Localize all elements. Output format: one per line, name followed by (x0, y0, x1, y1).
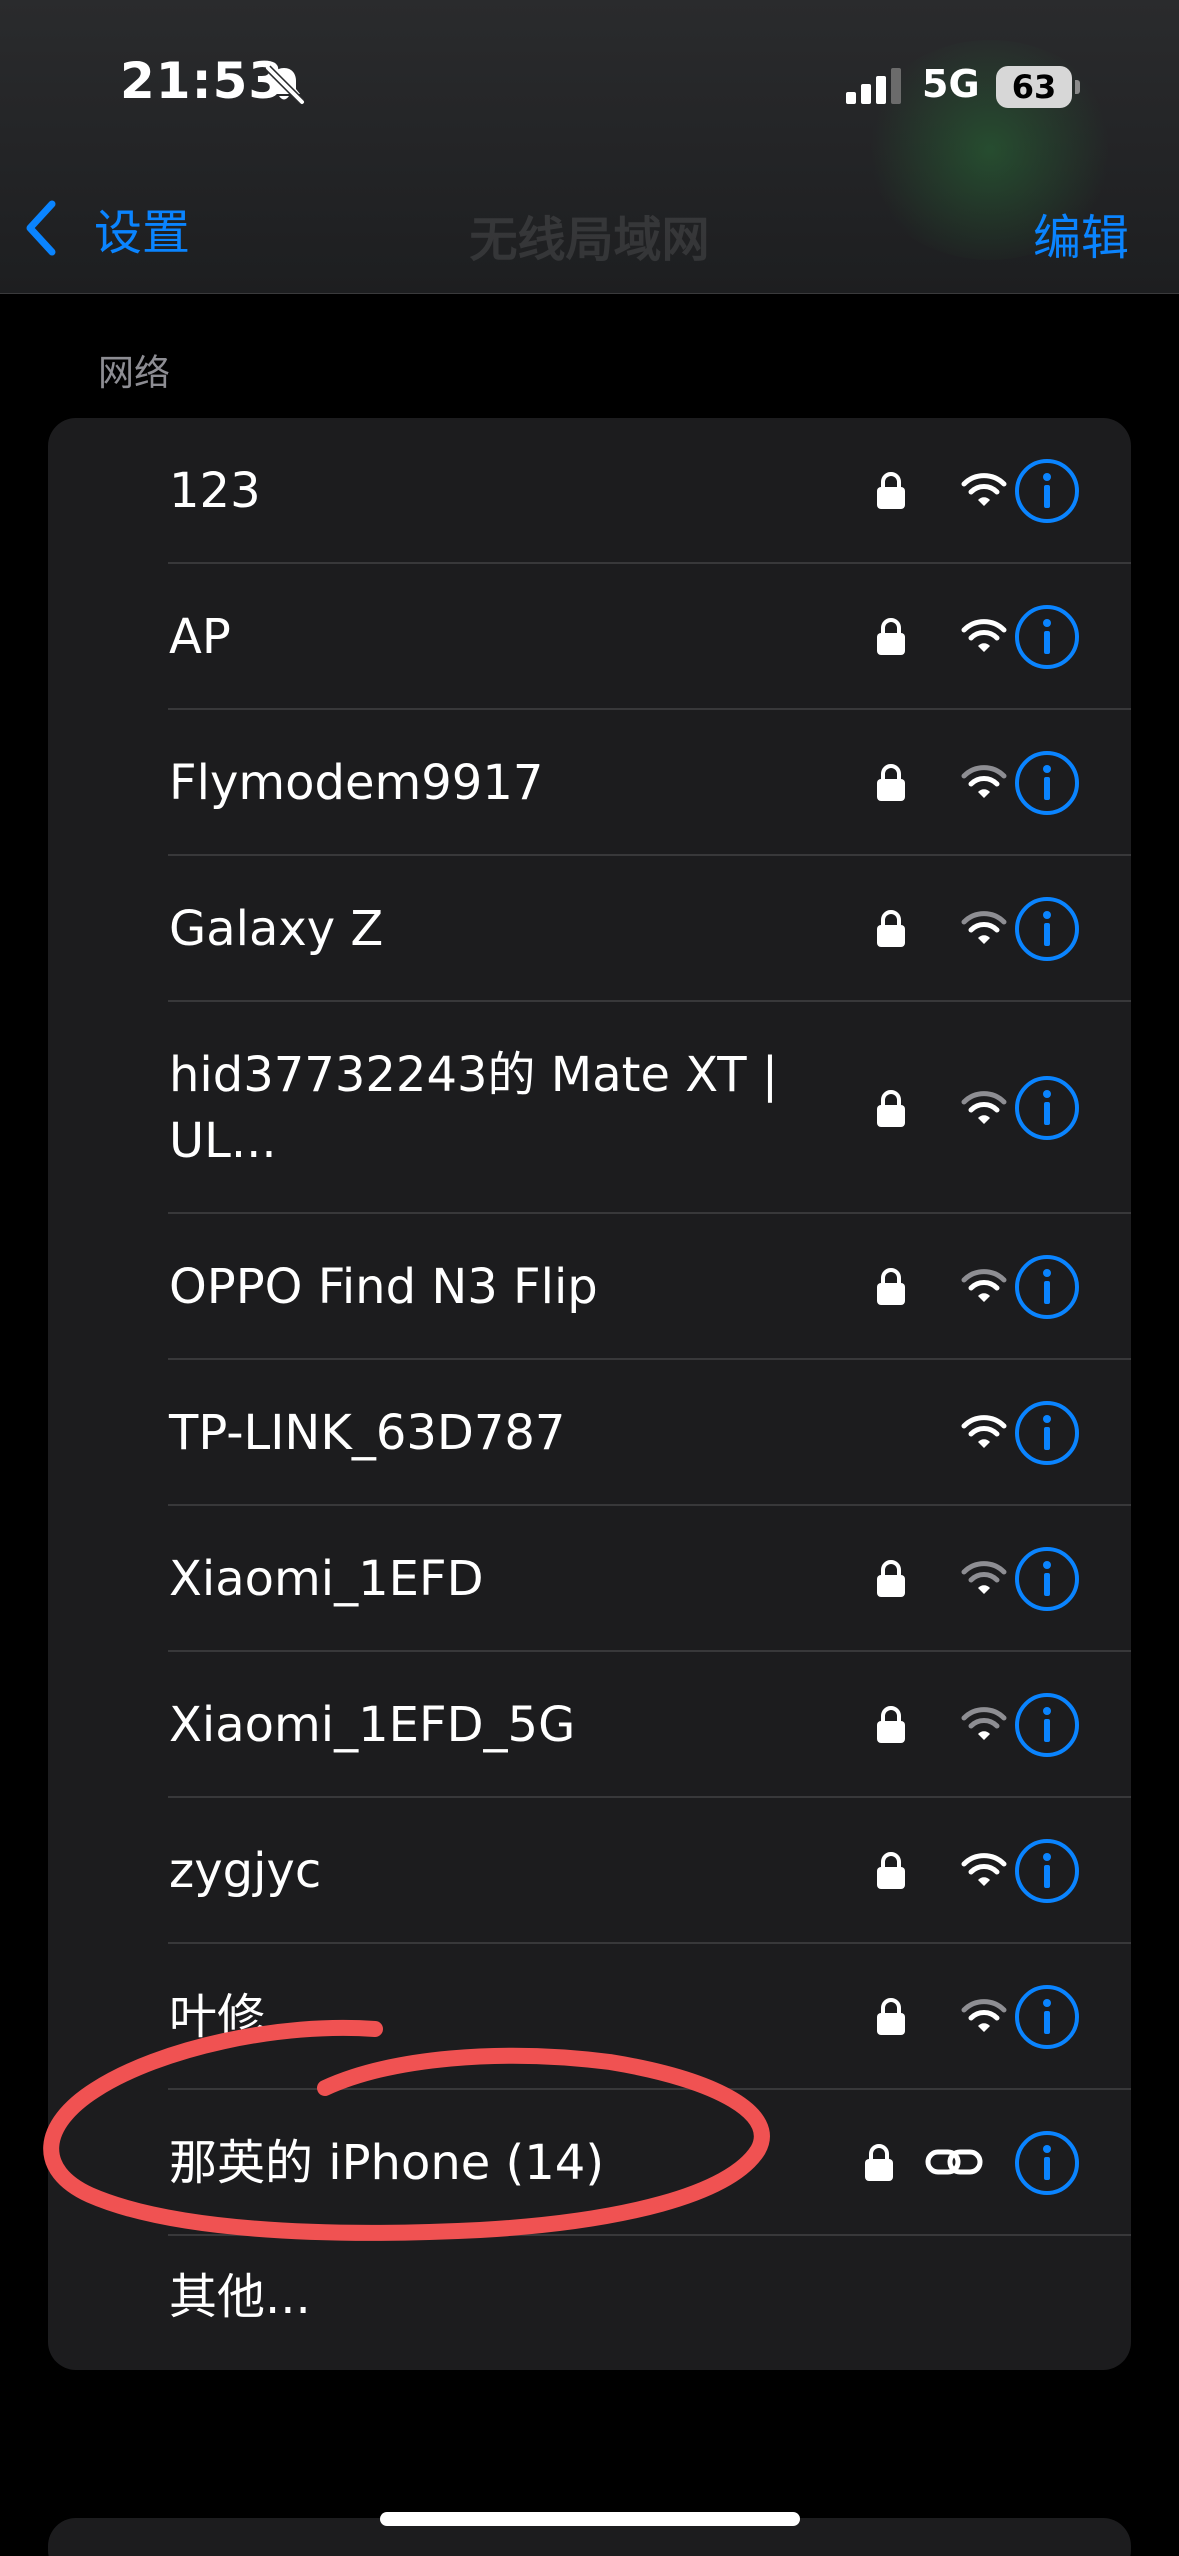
lock-icon (877, 618, 905, 655)
info-icon[interactable] (1014, 1984, 1080, 2050)
wifi-icon (961, 1269, 1007, 1302)
network-row[interactable]: 那英的 iPhone (14) (48, 2090, 1131, 2236)
wifi-icon (961, 619, 1007, 652)
network-name: TP-LINK_63D787 (169, 1405, 566, 1461)
network-row[interactable]: zygjyc (48, 1798, 1131, 1944)
info-icon[interactable] (1014, 2130, 1080, 2196)
lock-icon (877, 1852, 905, 1889)
network-list: 123 AP Flymodem9917 Galaxy Z hid37732243… (48, 418, 1131, 2370)
network-type-label: 5G (922, 62, 980, 106)
network-name: Galaxy Z (169, 901, 384, 957)
lock-icon (877, 1268, 905, 1305)
battery-cap (1075, 80, 1080, 94)
network-name: 那英的 iPhone (14) (169, 2135, 605, 2191)
network-row[interactable]: Xiaomi_1EFD (48, 1506, 1131, 1652)
cellular-signal-icon (846, 68, 901, 104)
info-icon[interactable] (1014, 1075, 1080, 1141)
info-icon[interactable] (1014, 1400, 1080, 1466)
lock-icon (877, 1706, 905, 1743)
info-icon[interactable] (1014, 750, 1080, 816)
network-row[interactable]: TP-LINK_63D787 (48, 1360, 1131, 1506)
other-network-label: 其他... (169, 2269, 311, 2325)
network-row[interactable]: Flymodem9917 (48, 710, 1131, 856)
network-row[interactable]: Galaxy Z (48, 856, 1131, 1002)
battery-level: 63 (1011, 68, 1057, 106)
status-time: 21:53 (120, 52, 285, 110)
network-name: zygjyc (169, 1843, 322, 1899)
network-row[interactable]: AP (48, 564, 1131, 710)
network-name: hid37732243的 Mate XT | UL... (169, 1042, 829, 1174)
info-icon[interactable] (1014, 604, 1080, 670)
network-name: Flymodem9917 (169, 755, 544, 811)
wifi-icon (961, 1561, 1007, 1594)
wifi-icon (961, 1091, 1007, 1124)
lock-icon (865, 2144, 893, 2181)
wifi-icon (961, 1707, 1007, 1740)
network-name: OPPO Find N3 Flip (169, 1259, 598, 1315)
network-name: AP (169, 609, 231, 665)
wifi-icon (961, 1999, 1007, 2032)
edit-button[interactable]: 编辑 (1033, 198, 1129, 268)
info-icon[interactable] (1014, 1838, 1080, 1904)
wifi-icon (961, 765, 1007, 798)
section-header-networks: 网络 (98, 353, 171, 394)
wifi-icon (961, 473, 1007, 506)
lock-icon (877, 1090, 905, 1127)
network-name: Xiaomi_1EFD_5G (169, 1697, 576, 1753)
network-row[interactable]: Xiaomi_1EFD_5G (48, 1652, 1131, 1798)
network-name: 叶修 (169, 1989, 266, 2045)
info-icon[interactable] (1014, 1254, 1080, 1320)
page-title: 无线局域网 (469, 212, 710, 268)
lock-icon (877, 910, 905, 947)
network-row[interactable]: 123 (48, 418, 1131, 564)
network-name: Xiaomi_1EFD (169, 1551, 484, 1607)
info-icon[interactable] (1014, 1692, 1080, 1758)
network-name-line-2: UL... (169, 1113, 277, 1169)
info-icon[interactable] (1014, 458, 1080, 524)
wifi-icon (961, 1415, 1007, 1448)
home-indicator[interactable] (380, 2512, 800, 2526)
network-row[interactable]: 叶修 (48, 1944, 1131, 2090)
lock-icon (877, 1998, 905, 2035)
other-network-row[interactable]: 其他... (48, 2236, 1131, 2370)
wifi-icon (961, 911, 1007, 944)
network-name-line-1: hid37732243的 Mate XT | (169, 1047, 779, 1103)
network-name: 123 (169, 463, 261, 519)
lock-icon (877, 764, 905, 801)
personal-hotspot-icon (925, 2149, 983, 2175)
battery-indicator: 63 (996, 66, 1080, 108)
wifi-icon (961, 1853, 1007, 1886)
info-icon[interactable] (1014, 896, 1080, 962)
info-icon[interactable] (1014, 1546, 1080, 1612)
header-divider (0, 293, 1179, 294)
bell-slash-icon (265, 65, 305, 105)
network-row[interactable]: OPPO Find N3 Flip (48, 1214, 1131, 1360)
network-row[interactable]: hid37732243的 Mate XT | UL... (48, 1002, 1131, 1214)
lock-icon (877, 472, 905, 509)
lock-icon (877, 1560, 905, 1597)
